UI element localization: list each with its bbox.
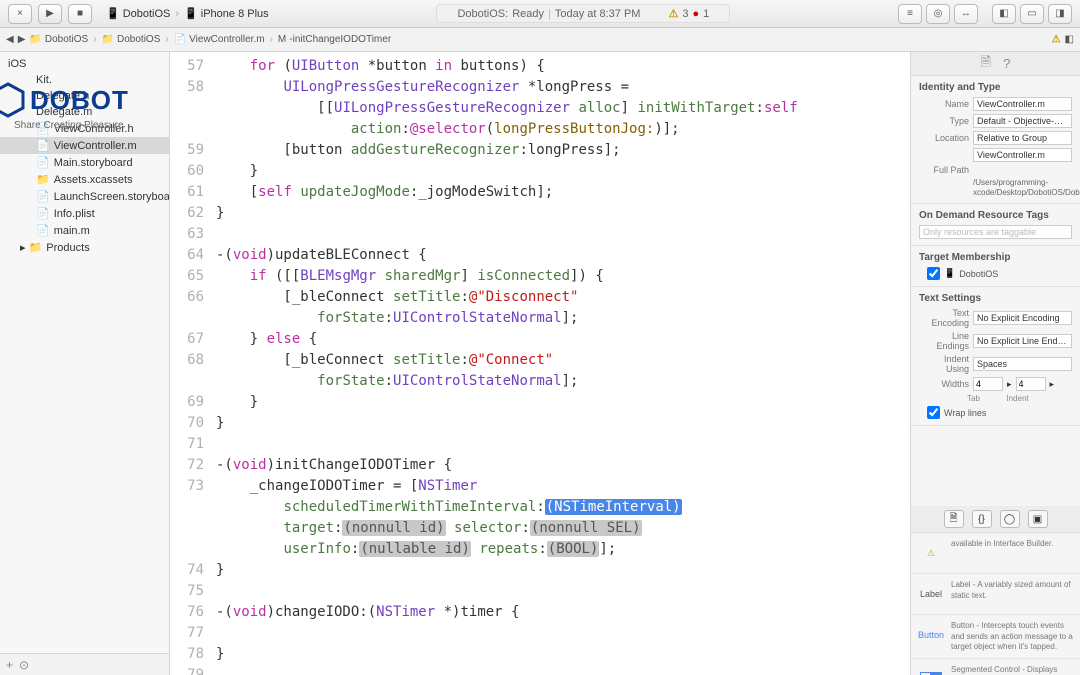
file-warning-icon[interactable]: ⚠	[1052, 34, 1061, 45]
toggle-debug-icon[interactable]: ▭	[1020, 4, 1044, 24]
filter-icon[interactable]: ⊙	[19, 658, 29, 672]
tree-item[interactable]: 📄 LaunchScreen.storyboard	[0, 188, 169, 205]
jump-bar: ◀ ▶ 📁DobotiOS› 📁DobotiOS› 📄ViewControlle…	[0, 28, 1080, 52]
navigator-filter-bar: + ⊙	[0, 653, 169, 675]
stop-button[interactable]: ■	[68, 4, 92, 24]
quick-help-tab-icon[interactable]: ?	[1003, 56, 1010, 71]
tree-item[interactable]: Delegate.m	[0, 104, 169, 120]
library-item-label[interactable]: Label Label - A variably sized amount of…	[911, 574, 1080, 615]
tree-item[interactable]: 📁 Assets.xcassets	[0, 171, 169, 188]
name-field[interactable]: ViewController.m	[973, 97, 1072, 111]
editor-assistant-icon[interactable]: ◎	[926, 4, 950, 24]
library-item-button[interactable]: Button Button - Intercepts touch events …	[911, 615, 1080, 659]
lib-snippets-icon[interactable]: {}	[972, 510, 992, 528]
full-path: /Users/programming-xcode/Desktop/DobotiO…	[973, 178, 1072, 197]
tree-item[interactable]: 📄 Info.plist	[0, 205, 169, 222]
activity-status: DobotiOS: Ready | Today at 8:37 PM ⚠3 ●1	[436, 4, 730, 23]
editor-version-icon[interactable]: ↔	[954, 4, 978, 24]
warning-icon[interactable]: ⚠	[668, 7, 678, 20]
tree-item[interactable]: 📄 main.m	[0, 222, 169, 239]
indent-width-stepper[interactable]	[1016, 377, 1046, 391]
file-inspector-tab-icon[interactable]: 🗎	[981, 53, 991, 75]
error-icon[interactable]: ●	[692, 8, 699, 20]
toggle-inspector-icon[interactable]: ◨	[1048, 4, 1072, 24]
tree-item[interactable]: Delegate.h	[0, 88, 169, 104]
close-window-icon[interactable]: ×	[8, 4, 32, 24]
library-item[interactable]: ⚠ available in Interface Builder.	[911, 533, 1080, 574]
file-inspector: 🗎 ? Identity and Type NameViewController…	[910, 52, 1080, 675]
project-navigator: DOBOT Share Creating Pleasure iOS Kit. D…	[0, 52, 170, 675]
tree-products[interactable]: ▸ 📁 Products	[0, 239, 169, 256]
lib-media-icon[interactable]: ▣	[1028, 510, 1048, 528]
tree-item[interactable]: 📄 ViewController.h	[0, 120, 169, 137]
library-item-segmented[interactable]: 12 Segmented Control - Displays multiple…	[911, 659, 1080, 675]
related-items-icon[interactable]: ◧	[1065, 34, 1074, 45]
location-select[interactable]: Relative to Group	[973, 131, 1072, 145]
tab-width-stepper[interactable]	[973, 377, 1003, 391]
tree-root[interactable]: iOS	[0, 56, 169, 72]
add-icon[interactable]: +	[6, 658, 13, 672]
lib-objects-icon[interactable]: ◯	[1000, 510, 1020, 528]
lib-file-templates-icon[interactable]: 🗎	[944, 510, 964, 528]
main-toolbar: × ▶ ■ 📱DobotiOS › 📱iPhone 8 Plus DobotiO…	[0, 0, 1080, 28]
breadcrumb[interactable]: 📁DobotiOS› 📁DobotiOS› 📄ViewController.m›…	[29, 34, 391, 45]
scheme-selector[interactable]: 📱DobotiOS › 📱iPhone 8 Plus	[106, 7, 269, 20]
run-button[interactable]: ▶	[38, 4, 62, 24]
ondemand-tags-field: Only resources are taggable	[919, 225, 1072, 239]
tree-item[interactable]: Kit.	[0, 72, 169, 88]
nav-fwd-icon[interactable]: ▶	[18, 34, 26, 45]
indent-select[interactable]: Spaces	[973, 357, 1072, 371]
wrap-lines-checkbox[interactable]: Wrap lines	[927, 406, 1072, 419]
target-checkbox[interactable]: 📱 DobotiOS	[927, 267, 1072, 280]
encoding-select[interactable]: No Explicit Encoding	[973, 311, 1072, 325]
identity-section-title: Identity and Type	[919, 82, 1072, 93]
type-select[interactable]: Default - Objective-C Sou...	[973, 114, 1072, 128]
location-file: ViewController.m	[973, 148, 1072, 162]
nav-back-icon[interactable]: ◀	[6, 34, 14, 45]
toggle-navigator-icon[interactable]: ◧	[992, 4, 1016, 24]
lineending-select[interactable]: No Explicit Line Endings	[973, 334, 1072, 348]
tree-item-selected[interactable]: 📄 ViewController.m	[0, 137, 169, 154]
code-editor[interactable]: 57 for (UIButton *button in buttons) { 5…	[170, 52, 910, 675]
tree-item[interactable]: 📄 Main.storyboard	[0, 154, 169, 171]
editor-standard-icon[interactable]: ≡	[898, 4, 922, 24]
